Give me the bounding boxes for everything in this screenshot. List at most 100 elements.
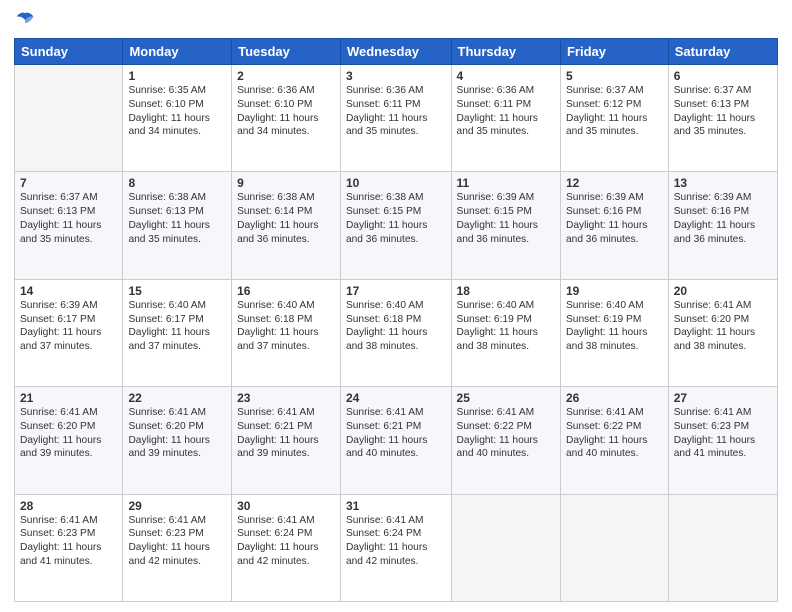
day-number: 11 (457, 176, 555, 190)
calendar-cell: 16Sunrise: 6:40 AMSunset: 6:18 PMDayligh… (232, 279, 341, 386)
day-number: 16 (237, 284, 335, 298)
day-info: Sunrise: 6:41 AMSunset: 6:23 PMDaylight:… (128, 514, 226, 569)
day-number: 18 (457, 284, 555, 298)
day-number: 12 (566, 176, 663, 190)
calendar-cell: 17Sunrise: 6:40 AMSunset: 6:18 PMDayligh… (340, 279, 451, 386)
day-number: 17 (346, 284, 446, 298)
calendar-cell: 14Sunrise: 6:39 AMSunset: 6:17 PMDayligh… (15, 279, 123, 386)
calendar-cell: 24Sunrise: 6:41 AMSunset: 6:21 PMDayligh… (340, 387, 451, 494)
day-number: 30 (237, 499, 335, 513)
calendar-cell: 11Sunrise: 6:39 AMSunset: 6:15 PMDayligh… (451, 172, 560, 279)
logo-bird-icon (15, 10, 35, 30)
calendar-cell: 27Sunrise: 6:41 AMSunset: 6:23 PMDayligh… (668, 387, 777, 494)
day-info: Sunrise: 6:41 AMSunset: 6:23 PMDaylight:… (674, 406, 772, 461)
calendar-cell: 12Sunrise: 6:39 AMSunset: 6:16 PMDayligh… (560, 172, 668, 279)
calendar-cell: 15Sunrise: 6:40 AMSunset: 6:17 PMDayligh… (123, 279, 232, 386)
weekday-header-tuesday: Tuesday (232, 39, 341, 65)
day-number: 4 (457, 69, 555, 83)
day-info: Sunrise: 6:38 AMSunset: 6:13 PMDaylight:… (128, 191, 226, 246)
calendar-cell: 31Sunrise: 6:41 AMSunset: 6:24 PMDayligh… (340, 494, 451, 601)
day-info: Sunrise: 6:39 AMSunset: 6:16 PMDaylight:… (566, 191, 663, 246)
day-number: 3 (346, 69, 446, 83)
calendar-table: SundayMondayTuesdayWednesdayThursdayFrid… (14, 38, 778, 602)
weekday-header-wednesday: Wednesday (340, 39, 451, 65)
day-info: Sunrise: 6:41 AMSunset: 6:24 PMDaylight:… (237, 514, 335, 569)
weekday-header-monday: Monday (123, 39, 232, 65)
day-number: 15 (128, 284, 226, 298)
day-info: Sunrise: 6:41 AMSunset: 6:22 PMDaylight:… (566, 406, 663, 461)
day-number: 1 (128, 69, 226, 83)
weekday-header-saturday: Saturday (668, 39, 777, 65)
calendar-cell (451, 494, 560, 601)
day-info: Sunrise: 6:41 AMSunset: 6:24 PMDaylight:… (346, 514, 446, 569)
day-info: Sunrise: 6:39 AMSunset: 6:15 PMDaylight:… (457, 191, 555, 246)
calendar-cell (15, 65, 123, 172)
day-number: 28 (20, 499, 117, 513)
day-info: Sunrise: 6:40 AMSunset: 6:18 PMDaylight:… (346, 299, 446, 354)
calendar-cell: 5Sunrise: 6:37 AMSunset: 6:12 PMDaylight… (560, 65, 668, 172)
day-number: 7 (20, 176, 117, 190)
day-number: 24 (346, 391, 446, 405)
day-info: Sunrise: 6:36 AMSunset: 6:11 PMDaylight:… (346, 84, 446, 139)
calendar-cell (560, 494, 668, 601)
calendar-cell: 19Sunrise: 6:40 AMSunset: 6:19 PMDayligh… (560, 279, 668, 386)
day-number: 13 (674, 176, 772, 190)
day-info: Sunrise: 6:40 AMSunset: 6:19 PMDaylight:… (566, 299, 663, 354)
calendar-cell: 26Sunrise: 6:41 AMSunset: 6:22 PMDayligh… (560, 387, 668, 494)
day-number: 22 (128, 391, 226, 405)
day-info: Sunrise: 6:41 AMSunset: 6:20 PMDaylight:… (674, 299, 772, 354)
logo (14, 10, 35, 30)
day-info: Sunrise: 6:41 AMSunset: 6:21 PMDaylight:… (346, 406, 446, 461)
calendar-week-row: 7Sunrise: 6:37 AMSunset: 6:13 PMDaylight… (15, 172, 778, 279)
calendar-cell: 25Sunrise: 6:41 AMSunset: 6:22 PMDayligh… (451, 387, 560, 494)
day-number: 26 (566, 391, 663, 405)
day-number: 5 (566, 69, 663, 83)
day-number: 9 (237, 176, 335, 190)
day-number: 19 (566, 284, 663, 298)
calendar-cell (668, 494, 777, 601)
calendar-cell: 22Sunrise: 6:41 AMSunset: 6:20 PMDayligh… (123, 387, 232, 494)
day-info: Sunrise: 6:41 AMSunset: 6:20 PMDaylight:… (20, 406, 117, 461)
day-number: 29 (128, 499, 226, 513)
day-number: 8 (128, 176, 226, 190)
calendar-week-row: 28Sunrise: 6:41 AMSunset: 6:23 PMDayligh… (15, 494, 778, 601)
calendar-cell: 9Sunrise: 6:38 AMSunset: 6:14 PMDaylight… (232, 172, 341, 279)
calendar-cell: 20Sunrise: 6:41 AMSunset: 6:20 PMDayligh… (668, 279, 777, 386)
calendar-cell: 7Sunrise: 6:37 AMSunset: 6:13 PMDaylight… (15, 172, 123, 279)
weekday-header-row: SundayMondayTuesdayWednesdayThursdayFrid… (15, 39, 778, 65)
calendar-cell: 4Sunrise: 6:36 AMSunset: 6:11 PMDaylight… (451, 65, 560, 172)
day-number: 31 (346, 499, 446, 513)
day-info: Sunrise: 6:41 AMSunset: 6:23 PMDaylight:… (20, 514, 117, 569)
day-info: Sunrise: 6:41 AMSunset: 6:21 PMDaylight:… (237, 406, 335, 461)
day-number: 14 (20, 284, 117, 298)
calendar-week-row: 1Sunrise: 6:35 AMSunset: 6:10 PMDaylight… (15, 65, 778, 172)
logo-text (14, 10, 35, 30)
day-number: 23 (237, 391, 335, 405)
day-info: Sunrise: 6:41 AMSunset: 6:20 PMDaylight:… (128, 406, 226, 461)
day-info: Sunrise: 6:37 AMSunset: 6:12 PMDaylight:… (566, 84, 663, 139)
day-info: Sunrise: 6:41 AMSunset: 6:22 PMDaylight:… (457, 406, 555, 461)
calendar-cell: 18Sunrise: 6:40 AMSunset: 6:19 PMDayligh… (451, 279, 560, 386)
weekday-header-thursday: Thursday (451, 39, 560, 65)
calendar-cell: 3Sunrise: 6:36 AMSunset: 6:11 PMDaylight… (340, 65, 451, 172)
calendar-cell: 6Sunrise: 6:37 AMSunset: 6:13 PMDaylight… (668, 65, 777, 172)
day-number: 10 (346, 176, 446, 190)
calendar-cell: 1Sunrise: 6:35 AMSunset: 6:10 PMDaylight… (123, 65, 232, 172)
day-number: 25 (457, 391, 555, 405)
day-info: Sunrise: 6:40 AMSunset: 6:17 PMDaylight:… (128, 299, 226, 354)
day-info: Sunrise: 6:38 AMSunset: 6:14 PMDaylight:… (237, 191, 335, 246)
day-number: 6 (674, 69, 772, 83)
day-info: Sunrise: 6:36 AMSunset: 6:11 PMDaylight:… (457, 84, 555, 139)
day-number: 20 (674, 284, 772, 298)
calendar-cell: 29Sunrise: 6:41 AMSunset: 6:23 PMDayligh… (123, 494, 232, 601)
calendar-cell: 30Sunrise: 6:41 AMSunset: 6:24 PMDayligh… (232, 494, 341, 601)
day-info: Sunrise: 6:37 AMSunset: 6:13 PMDaylight:… (20, 191, 117, 246)
day-info: Sunrise: 6:39 AMSunset: 6:17 PMDaylight:… (20, 299, 117, 354)
calendar-week-row: 14Sunrise: 6:39 AMSunset: 6:17 PMDayligh… (15, 279, 778, 386)
header (14, 10, 778, 30)
day-info: Sunrise: 6:37 AMSunset: 6:13 PMDaylight:… (674, 84, 772, 139)
calendar-cell: 2Sunrise: 6:36 AMSunset: 6:10 PMDaylight… (232, 65, 341, 172)
day-number: 21 (20, 391, 117, 405)
calendar-cell: 10Sunrise: 6:38 AMSunset: 6:15 PMDayligh… (340, 172, 451, 279)
calendar-cell: 23Sunrise: 6:41 AMSunset: 6:21 PMDayligh… (232, 387, 341, 494)
